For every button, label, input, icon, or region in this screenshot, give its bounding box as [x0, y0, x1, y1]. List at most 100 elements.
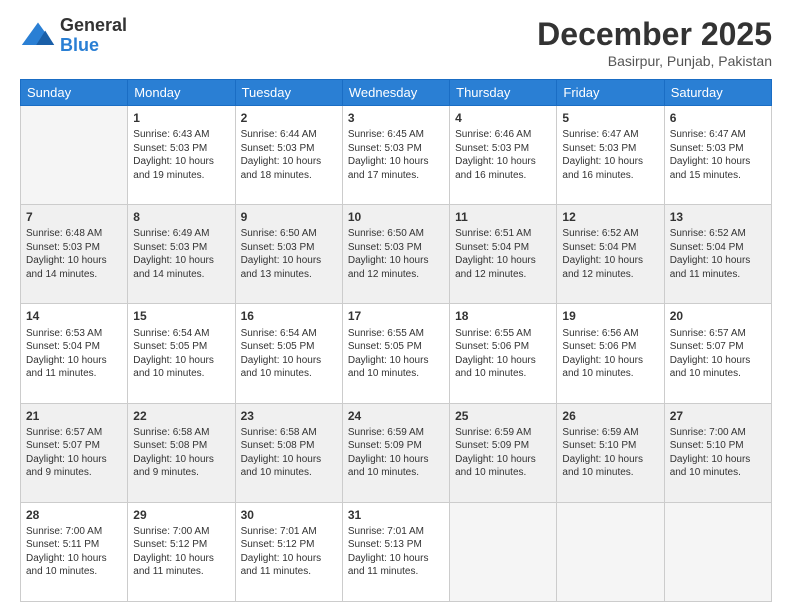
weekday-header: Friday — [557, 80, 664, 106]
cell-info-line: Sunrise: 6:52 AM — [670, 228, 746, 239]
cell-info-line: and 11 minutes. — [133, 566, 203, 577]
calendar-row: 28Sunrise: 7:00 AMSunset: 5:11 PMDayligh… — [21, 502, 772, 601]
cell-info-line: Sunset: 5:10 PM — [562, 440, 636, 451]
calendar-cell: 2Sunrise: 6:44 AMSunset: 5:03 PMDaylight… — [235, 106, 342, 205]
cell-info-line: and 10 minutes. — [348, 467, 419, 478]
cell-info-line: Sunset: 5:05 PM — [241, 341, 315, 352]
calendar-cell: 1Sunrise: 6:43 AMSunset: 5:03 PMDaylight… — [128, 106, 235, 205]
weekday-header: Wednesday — [342, 80, 449, 106]
cell-info-line: and 15 minutes. — [670, 170, 741, 181]
calendar-cell — [557, 502, 664, 601]
calendar-cell: 26Sunrise: 6:59 AMSunset: 5:10 PMDayligh… — [557, 403, 664, 502]
cell-info-line: and 10 minutes. — [133, 368, 204, 379]
day-number: 17 — [348, 308, 444, 324]
cell-info-line: Sunrise: 6:55 AM — [348, 328, 424, 339]
cell-info-line: Sunset: 5:03 PM — [348, 242, 422, 253]
day-number: 19 — [562, 308, 658, 324]
day-number: 22 — [133, 408, 229, 424]
cell-info-line: Daylight: 10 hours — [26, 454, 107, 465]
day-number: 5 — [562, 110, 658, 126]
logo-icon — [20, 18, 56, 54]
cell-info-line: Daylight: 10 hours — [241, 156, 322, 167]
cell-info-line: and 11 minutes. — [348, 566, 418, 577]
cell-info-line: Sunset: 5:07 PM — [26, 440, 100, 451]
cell-info-line: and 10 minutes. — [241, 368, 312, 379]
cell-info-line: Sunrise: 6:45 AM — [348, 129, 424, 140]
day-number: 2 — [241, 110, 337, 126]
cell-info-line: Daylight: 10 hours — [133, 156, 214, 167]
cell-info-line: and 13 minutes. — [241, 269, 312, 280]
day-number: 27 — [670, 408, 766, 424]
day-number: 18 — [455, 308, 551, 324]
calendar-cell: 6Sunrise: 6:47 AMSunset: 5:03 PMDaylight… — [664, 106, 771, 205]
cell-info-line: Daylight: 10 hours — [348, 156, 429, 167]
cell-info-line: Sunrise: 6:57 AM — [670, 328, 746, 339]
cell-info-line: Daylight: 10 hours — [348, 454, 429, 465]
cell-info-line: Daylight: 10 hours — [670, 255, 751, 266]
cell-info-line: Sunset: 5:03 PM — [26, 242, 100, 253]
day-number: 20 — [670, 308, 766, 324]
calendar-cell: 19Sunrise: 6:56 AMSunset: 5:06 PMDayligh… — [557, 304, 664, 403]
calendar-row: 1Sunrise: 6:43 AMSunset: 5:03 PMDaylight… — [21, 106, 772, 205]
calendar-cell — [664, 502, 771, 601]
day-number: 8 — [133, 209, 229, 225]
calendar-cell: 4Sunrise: 6:46 AMSunset: 5:03 PMDaylight… — [450, 106, 557, 205]
cell-info-line: Sunrise: 6:58 AM — [133, 427, 209, 438]
calendar-cell: 5Sunrise: 6:47 AMSunset: 5:03 PMDaylight… — [557, 106, 664, 205]
calendar-cell: 10Sunrise: 6:50 AMSunset: 5:03 PMDayligh… — [342, 205, 449, 304]
location: Basirpur, Punjab, Pakistan — [537, 53, 772, 69]
day-number: 7 — [26, 209, 122, 225]
day-number: 30 — [241, 507, 337, 523]
cell-info-line: Sunrise: 6:55 AM — [455, 328, 531, 339]
cell-info-line: Daylight: 10 hours — [133, 355, 214, 366]
cell-info-line: Daylight: 10 hours — [241, 553, 322, 564]
cell-info-line: Sunset: 5:03 PM — [562, 143, 636, 154]
cell-info-line: and 10 minutes. — [455, 368, 526, 379]
cell-info-line: and 16 minutes. — [562, 170, 633, 181]
cell-info-line: Sunset: 5:03 PM — [348, 143, 422, 154]
calendar-cell: 20Sunrise: 6:57 AMSunset: 5:07 PMDayligh… — [664, 304, 771, 403]
cell-info-line: Sunrise: 6:59 AM — [455, 427, 531, 438]
cell-info-line: and 18 minutes. — [241, 170, 312, 181]
cell-info-line: Daylight: 10 hours — [348, 553, 429, 564]
calendar-cell: 25Sunrise: 6:59 AMSunset: 5:09 PMDayligh… — [450, 403, 557, 502]
weekday-header: Monday — [128, 80, 235, 106]
calendar-cell: 21Sunrise: 6:57 AMSunset: 5:07 PMDayligh… — [21, 403, 128, 502]
calendar-cell: 12Sunrise: 6:52 AMSunset: 5:04 PMDayligh… — [557, 205, 664, 304]
cell-info-line: and 10 minutes. — [670, 368, 741, 379]
day-number: 26 — [562, 408, 658, 424]
header: General Blue December 2025 Basirpur, Pun… — [20, 16, 772, 69]
cell-info-line: Daylight: 10 hours — [241, 255, 322, 266]
cell-info-line: Daylight: 10 hours — [455, 255, 536, 266]
cell-info-line: Sunset: 5:11 PM — [26, 539, 99, 550]
cell-info-line: Sunset: 5:04 PM — [455, 242, 529, 253]
cell-info-line: and 14 minutes. — [26, 269, 97, 280]
cell-info-line: and 12 minutes. — [348, 269, 419, 280]
cell-info-line: Daylight: 10 hours — [26, 553, 107, 564]
day-number: 1 — [133, 110, 229, 126]
weekday-header: Saturday — [664, 80, 771, 106]
cell-info-line: Sunrise: 6:46 AM — [455, 129, 531, 140]
calendar-cell: 3Sunrise: 6:45 AMSunset: 5:03 PMDaylight… — [342, 106, 449, 205]
cell-info-line: Sunset: 5:10 PM — [670, 440, 744, 451]
calendar-cell: 24Sunrise: 6:59 AMSunset: 5:09 PMDayligh… — [342, 403, 449, 502]
cell-info-line: and 10 minutes. — [348, 368, 419, 379]
cell-info-line: Sunrise: 7:01 AM — [348, 526, 424, 537]
day-number: 28 — [26, 507, 122, 523]
day-number: 15 — [133, 308, 229, 324]
title-block: December 2025 Basirpur, Punjab, Pakistan — [537, 16, 772, 69]
cell-info-line: Daylight: 10 hours — [455, 156, 536, 167]
cell-info-line: Daylight: 10 hours — [562, 454, 643, 465]
cell-info-line: Sunrise: 6:49 AM — [133, 228, 209, 239]
cell-info-line: Sunrise: 6:48 AM — [26, 228, 102, 239]
cell-info-line: Sunrise: 6:56 AM — [562, 328, 638, 339]
logo-blue: Blue — [60, 36, 127, 56]
cell-info-line: Sunrise: 6:53 AM — [26, 328, 102, 339]
calendar-header-row: SundayMondayTuesdayWednesdayThursdayFrid… — [21, 80, 772, 106]
cell-info-line: Sunset: 5:04 PM — [26, 341, 100, 352]
cell-info-line: and 10 minutes. — [26, 566, 97, 577]
day-number: 31 — [348, 507, 444, 523]
cell-info-line: Daylight: 10 hours — [241, 454, 322, 465]
day-number: 11 — [455, 209, 551, 225]
cell-info-line: and 10 minutes. — [562, 368, 633, 379]
